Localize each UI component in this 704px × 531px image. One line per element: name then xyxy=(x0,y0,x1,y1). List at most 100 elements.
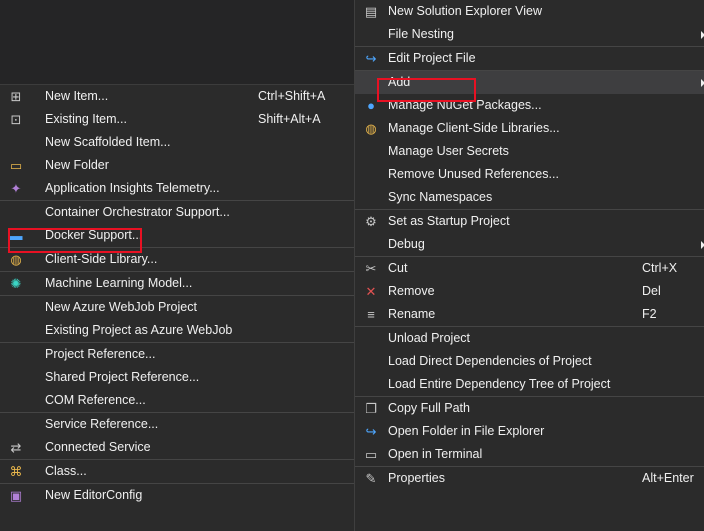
menu-item-edit-project-file[interactable]: ↪ Edit Project File xyxy=(355,47,704,70)
menu-item-label: Debug xyxy=(388,237,425,251)
menu-item-open-in-terminal[interactable]: ▭ Open in Terminal xyxy=(355,443,704,466)
menu-item-label: Load Direct Dependencies of Project xyxy=(388,354,592,368)
menu-item-com-reference[interactable]: COM Reference... xyxy=(0,389,354,412)
remove-icon: ✕ xyxy=(365,284,377,299)
shortcut-text: Del xyxy=(642,284,661,298)
add-submenu: ⊞ New Item... Ctrl+Shift+A ⊡ Existing Item..… xyxy=(0,0,354,531)
client-library-icon: ◍ xyxy=(10,252,22,267)
menu-item-sync-namespaces[interactable]: Sync Namespaces xyxy=(355,186,704,209)
menu-item-load-entire-dependency-tree-of-project[interactable]: Load Entire Dependency Tree of Project xyxy=(355,373,704,396)
ml-model-icon: ✺ xyxy=(10,276,22,291)
menu-item-client-side-library[interactable]: ◍ Client-Side Library... xyxy=(0,248,354,271)
menu-item-label: Manage NuGet Packages... xyxy=(388,98,542,112)
menu-item-new-solution-explorer-view[interactable]: ▤ New Solution Explorer View xyxy=(355,0,704,23)
menu-item-new-item[interactable]: ⊞ New Item... Ctrl+Shift+A xyxy=(0,85,354,108)
menu-item-label: Manage User Secrets xyxy=(388,144,509,158)
menu-item-copy-full-path[interactable]: ❐ Copy Full Path xyxy=(355,397,704,420)
shortcut-text: F2 xyxy=(642,307,657,321)
shortcut-text: Alt+Enter xyxy=(642,471,694,485)
solution-view-icon: ▤ xyxy=(364,4,378,19)
menu-item-label: New EditorConfig xyxy=(45,488,143,502)
menu-item-open-folder-in-file-explorer[interactable]: ↪ Open Folder in File Explorer xyxy=(355,420,704,443)
menu-item-new-folder[interactable]: ▭ New Folder xyxy=(0,154,354,177)
menu-item-label: Machine Learning Model... xyxy=(45,276,193,290)
menu-item-label: Connected Service xyxy=(45,440,151,454)
copy-path-icon: ❐ xyxy=(365,401,377,416)
menu-item-cut[interactable]: ✂ Cut Ctrl+X xyxy=(355,257,704,280)
menu-item-label: File Nesting xyxy=(388,27,454,41)
menu-item-label: Shared Project Reference... xyxy=(45,370,200,384)
menu-item-label: Remove Unused References... xyxy=(388,167,559,181)
existing-item-icon: ⊡ xyxy=(10,112,22,127)
menu-item-existing-item[interactable]: ⊡ Existing Item... Shift+Alt+A xyxy=(0,108,354,131)
menu-item-label: Load Entire Dependency Tree of Project xyxy=(388,377,611,391)
menu-item-label: New Item... xyxy=(45,89,109,103)
menu-item-label: Client-Side Library... xyxy=(45,252,158,266)
menu-item-new-scaffolded-item[interactable]: New Scaffolded Item... xyxy=(0,131,354,154)
menu-item-label: Open in Terminal xyxy=(388,447,483,461)
menu-item-new-editorconfig[interactable]: ▣ New EditorConfig xyxy=(0,484,354,507)
menu-item-add[interactable]: Add xyxy=(355,71,704,94)
menu-item-properties[interactable]: ✎ Properties Alt+Enter xyxy=(355,467,704,490)
menu-item-label: New Azure WebJob Project xyxy=(45,300,197,314)
menu-item-label: Unload Project xyxy=(388,331,470,345)
menu-item-label: Existing Item... xyxy=(45,112,127,126)
menu-item-label: Existing Project as Azure WebJob xyxy=(45,323,233,337)
new-folder-icon: ▭ xyxy=(9,158,23,173)
editorconfig-icon: ▣ xyxy=(9,488,23,503)
menu-item-manage-nuget-packages[interactable]: ● Manage NuGet Packages... xyxy=(355,94,704,117)
menu-item-application-insights-telemetry[interactable]: ✦ Application Insights Telemetry... xyxy=(0,177,354,200)
menu-item-label: Manage Client-Side Libraries... xyxy=(388,121,560,135)
shortcut-text: Ctrl+Shift+A xyxy=(258,89,326,103)
submenu-top-area xyxy=(0,0,354,85)
class-icon: ⌘ xyxy=(9,464,23,479)
menu-item-load-direct-dependencies-of-project[interactable]: Load Direct Dependencies of Project xyxy=(355,350,704,373)
project-context-menu: ▤ New Solution Explorer View File Nesting ↪… xyxy=(354,0,704,531)
menu-item-docker-support[interactable]: ▬ Docker Support... xyxy=(0,224,354,247)
menu-item-file-nesting[interactable]: File Nesting xyxy=(355,23,704,46)
menu-item-label: Copy Full Path xyxy=(388,401,470,415)
menu-item-label: Container Orchestrator Support... xyxy=(45,205,230,219)
menu-item-manage-client-side-libraries[interactable]: ◍ Manage Client-Side Libraries... xyxy=(355,117,704,140)
terminal-icon: ▭ xyxy=(364,447,378,462)
menu-item-set-as-startup-project[interactable]: ⚙ Set as Startup Project xyxy=(355,210,704,233)
menu-item-label: Docker Support... xyxy=(45,228,143,242)
context-menu-items: ▤ New Solution Explorer View File Nesting ↪… xyxy=(355,0,704,490)
startup-gear-icon: ⚙ xyxy=(365,214,377,229)
menu-item-manage-user-secrets[interactable]: Manage User Secrets xyxy=(355,140,704,163)
menu-item-label: Remove xyxy=(388,284,435,298)
menu-item-debug[interactable]: Debug xyxy=(355,233,704,256)
menu-item-label: New Solution Explorer View xyxy=(388,4,543,18)
menu-item-label: Project Reference... xyxy=(45,347,156,361)
menu-item-unload-project[interactable]: Unload Project xyxy=(355,327,704,350)
menu-item-label: Sync Namespaces xyxy=(388,190,493,204)
menu-item-connected-service[interactable]: ⇄ Connected Service xyxy=(0,436,354,459)
shortcut-text: Shift+Alt+A xyxy=(258,112,321,126)
menu-item-new-azure-webjob-project[interactable]: New Azure WebJob Project xyxy=(0,296,354,319)
cut-icon: ✂ xyxy=(365,261,377,276)
client-library-icon: ◍ xyxy=(365,121,377,136)
menu-item-remove-unused-references[interactable]: Remove Unused References... xyxy=(355,163,704,186)
menu-item-project-reference[interactable]: Project Reference... xyxy=(0,343,354,366)
rename-icon: ≡ xyxy=(367,307,375,322)
menu-item-label: Properties xyxy=(388,471,445,485)
new-item-icon: ⊞ xyxy=(10,89,22,104)
menu-item-label: COM Reference... xyxy=(45,393,146,407)
wrench-icon: ✎ xyxy=(365,471,377,486)
menu-item-label: Edit Project File xyxy=(388,51,476,65)
menu-item-existing-project-as-azure-webjob[interactable]: Existing Project as Azure WebJob xyxy=(0,319,354,342)
menu-item-label: Class... xyxy=(45,464,87,478)
menu-item-shared-project-reference[interactable]: Shared Project Reference... xyxy=(0,366,354,389)
menu-item-remove[interactable]: ✕ Remove Del xyxy=(355,280,704,303)
menu-item-label: New Folder xyxy=(45,158,109,172)
menu-item-class[interactable]: ⌘ Class... xyxy=(0,460,354,483)
menu-item-machine-learning-model[interactable]: ✺ Machine Learning Model... xyxy=(0,272,354,295)
menu-item-service-reference[interactable]: Service Reference... xyxy=(0,413,354,436)
menu-item-label: Rename xyxy=(388,307,436,321)
menu-item-label: Application Insights Telemetry... xyxy=(45,181,220,195)
menu-item-container-orchestrator-support[interactable]: Container Orchestrator Support... xyxy=(0,201,354,224)
menu-item-label: New Scaffolded Item... xyxy=(45,135,171,149)
edit-project-icon: ↪ xyxy=(365,51,377,66)
menu-item-rename[interactable]: ≡ Rename F2 xyxy=(355,303,704,326)
menu-item-label: Add xyxy=(388,75,411,89)
